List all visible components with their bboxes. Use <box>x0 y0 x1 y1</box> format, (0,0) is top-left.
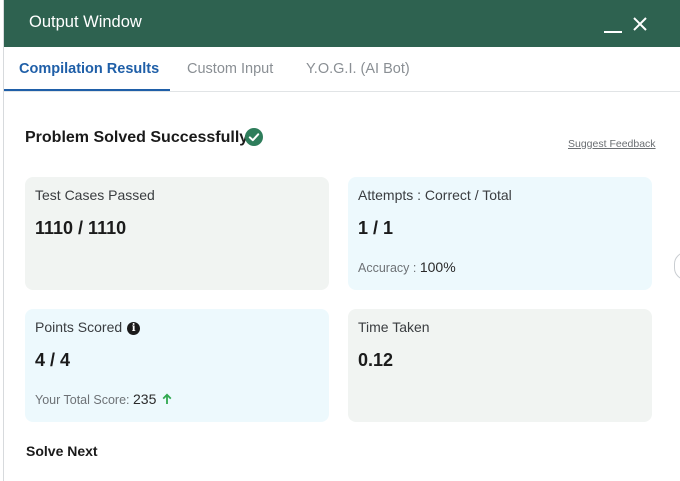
tab-custom-input[interactable]: Custom Input <box>187 47 273 91</box>
close-icon[interactable] <box>632 16 648 32</box>
title-bar: Output Window <box>4 0 680 47</box>
total-score-value: 235 <box>133 391 157 407</box>
accuracy-row: Accuracy : 100% <box>358 259 456 275</box>
tab-bar: Compilation Results Custom Input Y.O.G.I… <box>4 47 680 92</box>
active-tab-indicator <box>4 89 170 91</box>
attempts-value: 1 / 1 <box>358 218 394 238</box>
arrow-up-icon <box>162 393 172 404</box>
total-score-label: Your Total Score: <box>35 393 130 407</box>
points-card: Points Scored i 4 / 4 Your Total Score: 2… <box>25 309 329 422</box>
result-status: Problem Solved Successfully <box>25 129 249 146</box>
time-taken-card: Time Taken 0.12 <box>348 309 652 422</box>
suggest-feedback-link[interactable]: Suggest Feedback <box>568 138 656 150</box>
solve-next-heading[interactable]: Solve Next <box>26 443 98 459</box>
accuracy-label: Accuracy : <box>358 261 417 275</box>
check-circle-icon <box>245 128 263 146</box>
points-label-row: Points Scored i <box>35 319 141 335</box>
output-window: Output Window Compilation Results Custom… <box>3 0 680 481</box>
info-icon[interactable]: i <box>127 322 141 335</box>
tab-compilation-results[interactable]: Compilation Results <box>19 47 159 91</box>
total-score-row: Your Total Score: 235 <box>35 391 173 407</box>
tab-yogi-ai-bot[interactable]: Y.O.G.I. (AI Bot) <box>306 47 410 91</box>
points-value: 4 / 4 <box>35 350 71 370</box>
test-cases-label: Test Cases Passed <box>35 187 155 203</box>
test-cases-card: Test Cases Passed 1110 / 1110 <box>25 177 329 290</box>
panel-resize-handle[interactable] <box>674 252 680 280</box>
time-taken-value: 0.12 <box>358 350 394 370</box>
test-cases-value: 1110 / 1110 <box>35 218 127 238</box>
attempts-card: Attempts : Correct / Total 1 / 1 Accurac… <box>348 177 652 290</box>
minimize-icon[interactable] <box>604 31 622 33</box>
accuracy-value: 100% <box>419 259 456 275</box>
window-title: Output Window <box>29 13 142 31</box>
points-label: Points Scored <box>35 319 123 335</box>
attempts-label: Attempts : Correct / Total <box>358 187 512 203</box>
time-taken-label: Time Taken <box>358 319 430 335</box>
